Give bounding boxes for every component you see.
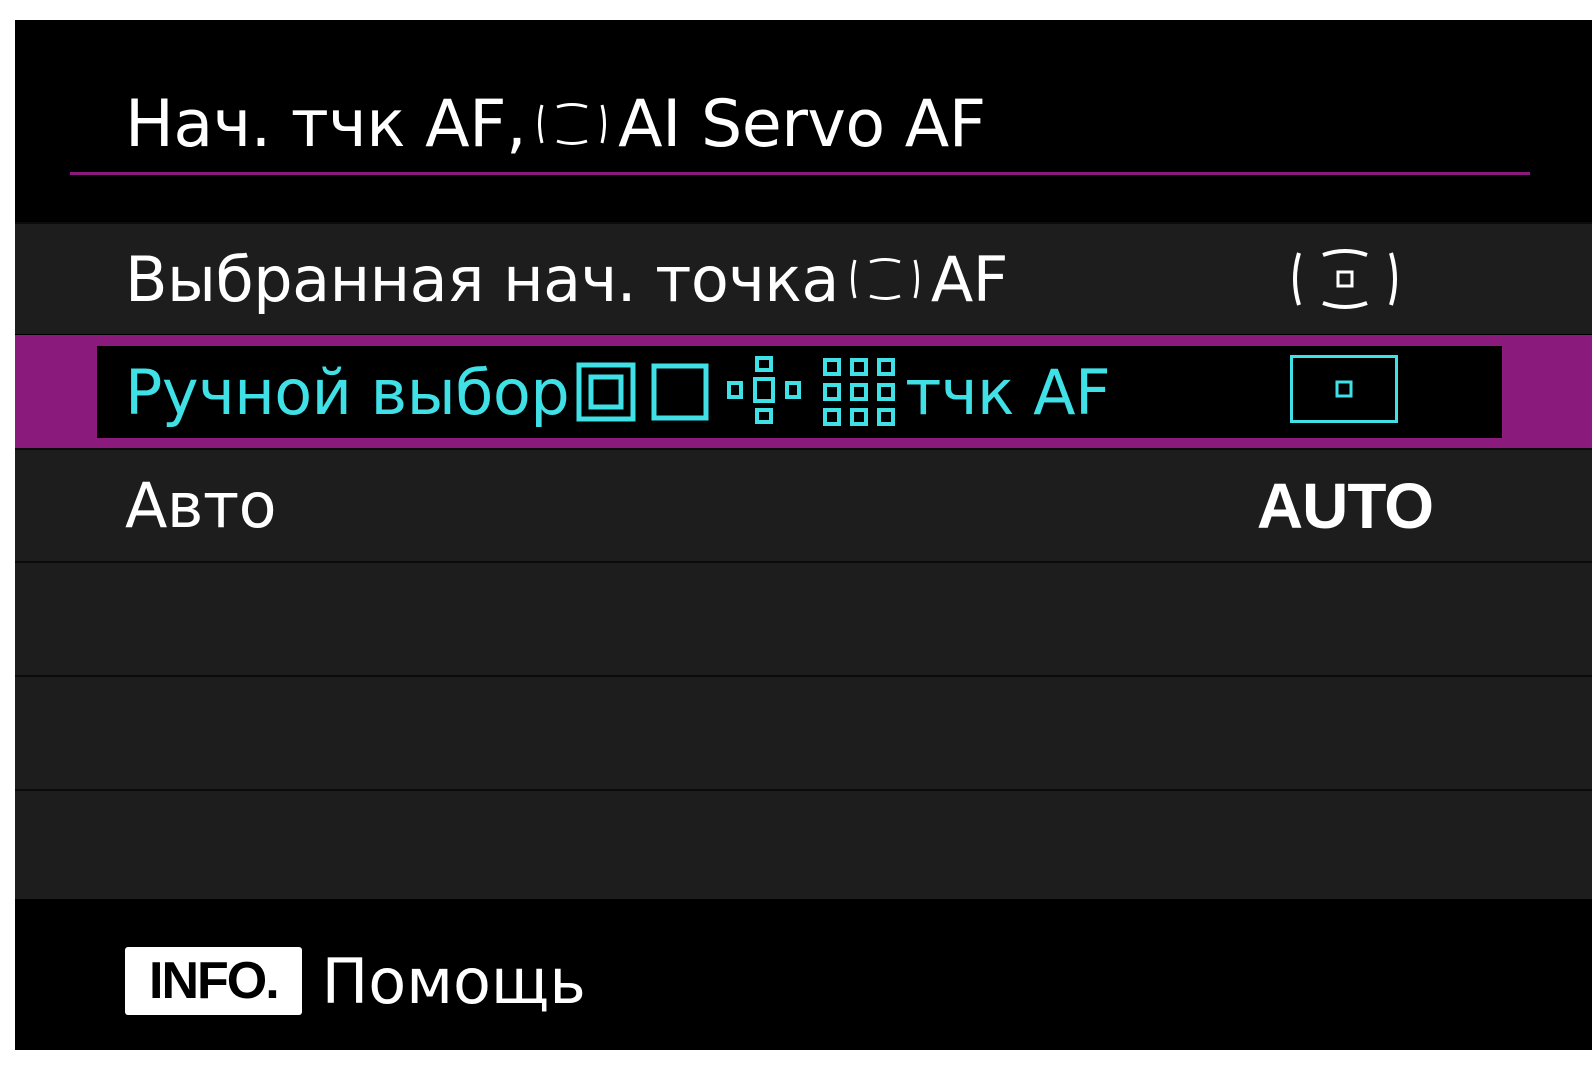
title-prefix: Нач. тчк AF, (125, 86, 527, 162)
single-point-af-icon (649, 361, 711, 423)
menu-item-label-suffix: тчк AF (905, 355, 1111, 429)
menu-item-value: AUTO (1256, 469, 1434, 542)
footer-help: INFO. Помощь (125, 944, 586, 1018)
menu-item-label: Авто (125, 469, 277, 542)
menu-item-label-text: Ручной выбор (125, 355, 570, 429)
empty-menu-row (15, 675, 1592, 789)
title-suffix: AI Servo AF (618, 86, 986, 162)
empty-menu-row (15, 789, 1592, 899)
empty-menu-row (15, 561, 1592, 675)
menu-item-auto[interactable]: Авто AUTO (15, 448, 1592, 561)
menu-item-label-text: Выбранная нач. точка (125, 242, 839, 316)
info-button[interactable]: INFO. (125, 947, 302, 1015)
zone-expand-af-icon (723, 354, 807, 430)
menu-item-label: Выбранная нач. точка AF (125, 224, 1008, 334)
single-point-af-frame-icon (1290, 355, 1398, 423)
spot-af-icon (575, 361, 637, 423)
help-label: Помощь (321, 944, 586, 1018)
servo-af-point-icon (1255, 224, 1435, 334)
title-divider (70, 172, 1530, 175)
menu-screen: Нач. тчк AF, AI Servo AF Выбранная нач. … (15, 20, 1592, 1050)
menu-item-label-suffix: AF (930, 242, 1009, 316)
servo-af-area-icon (532, 99, 612, 149)
expand-surround-af-icon (819, 354, 899, 430)
menu-item-label: Ручной выбор тчк AF (125, 346, 1111, 438)
page-title: Нач. тчк AF, AI Servo AF (125, 76, 986, 172)
menu-item-selected-start-point[interactable]: Выбранная нач. точка AF (15, 222, 1592, 334)
servo-af-area-icon (845, 254, 925, 304)
